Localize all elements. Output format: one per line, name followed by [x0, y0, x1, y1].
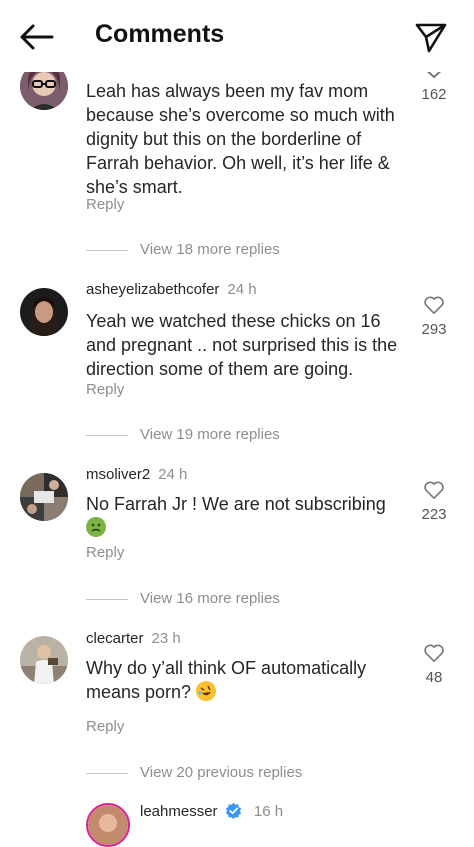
comment-text: Why do y’all think OF automatically mean…	[86, 656, 412, 704]
timestamp: 23 h	[151, 630, 181, 647]
avatar[interactable]	[20, 636, 68, 684]
avatar-image	[20, 473, 68, 521]
username-link[interactable]: leahmesser	[140, 803, 218, 820]
like-count: 223	[421, 506, 447, 523]
heart-icon	[424, 296, 444, 314]
reply-button[interactable]: Reply	[86, 544, 124, 561]
view-replies-link[interactable]: View 20 previous replies	[86, 764, 302, 784]
divider-line	[86, 249, 128, 251]
nauseated-face-emoji-icon	[86, 517, 106, 537]
send-icon[interactable]	[414, 20, 448, 54]
back-arrow-icon[interactable]	[18, 22, 54, 52]
view-replies-link[interactable]: View 18 more replies	[86, 241, 280, 261]
avatar-image	[88, 805, 128, 845]
rolling-on-floor-laughing-emoji-icon	[196, 681, 217, 701]
verified-badge-icon	[225, 802, 241, 819]
avatar-image	[20, 636, 68, 684]
view-replies-label: View 18 more replies	[140, 241, 280, 258]
comment-text-body: Why do y’all think OF automatically mean…	[86, 658, 367, 702]
like-button[interactable]: 223	[418, 480, 450, 523]
view-replies-link[interactable]: View 19 more replies	[86, 426, 280, 446]
heart-icon	[424, 481, 444, 499]
like-count: 293	[421, 321, 447, 338]
comment-text: Leah has always been my fav mom because …	[86, 81, 395, 197]
timestamp: 16 h	[253, 803, 284, 820]
view-replies-label: View 19 more replies	[140, 426, 280, 443]
like-count: 48	[425, 669, 443, 686]
divider-line	[86, 598, 128, 600]
view-replies-label: View 20 previous replies	[140, 764, 303, 781]
avatar[interactable]	[86, 803, 130, 847]
avatar-image	[20, 288, 68, 336]
comment-meta: asheyelizabethcofer 24 h	[86, 281, 257, 298]
divider-line	[86, 772, 128, 774]
timestamp: 24 h	[227, 281, 257, 298]
comment-text: No Farrah Jr ! We are not subscribing	[86, 492, 412, 540]
comment-text: Yeah we watched these chicks on 16 and p…	[86, 311, 398, 379]
divider-line	[86, 434, 128, 436]
timestamp: 24 h	[158, 466, 188, 483]
comment-meta: leahmesser 16 h	[140, 802, 283, 820]
username-link[interactable]: msoliver2	[86, 466, 150, 483]
username-link[interactable]: clecarter	[86, 630, 144, 647]
avatar[interactable]	[20, 473, 68, 521]
comment-meta: clecarter 23 h	[86, 630, 181, 647]
comment-text-body: No Farrah Jr ! We are not subscribing	[86, 494, 386, 514]
reply-button[interactable]: Reply	[86, 718, 124, 735]
username-link[interactable]: asheyelizabethcofer	[86, 281, 219, 298]
reply-button[interactable]: Reply	[86, 196, 124, 213]
like-button[interactable]: 293	[418, 295, 450, 338]
avatar[interactable]	[20, 288, 68, 336]
like-count: 162	[421, 86, 447, 103]
header-bar: Comments	[0, 0, 474, 72]
reply-button[interactable]: Reply	[86, 381, 124, 398]
view-replies-label: View 16 more replies	[140, 590, 280, 607]
comment-meta: msoliver2 24 h	[86, 466, 187, 483]
view-replies-link[interactable]: View 16 more replies	[86, 590, 280, 610]
heart-icon	[424, 644, 444, 662]
like-button[interactable]: 48	[418, 643, 450, 686]
page-title: Comments	[95, 20, 225, 48]
